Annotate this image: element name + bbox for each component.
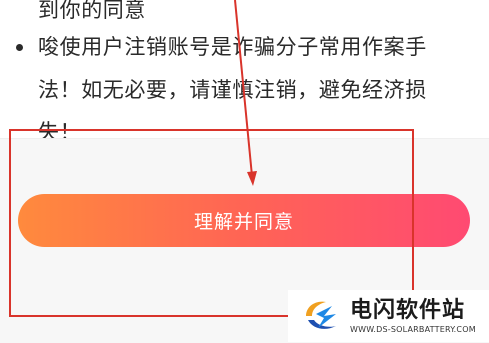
warning-text-line-2: 法！如无必要，请谨慎注销，避免经济损 xyxy=(38,78,427,102)
watermark: 电闪软件站 WWW.DS-SOLARBATTERY.COM xyxy=(288,290,489,342)
bullet-icon xyxy=(16,44,23,51)
ds-logo-icon xyxy=(306,301,336,329)
warning-text-line-1: 唆使用户注销账号是诈骗分子常用作案手 xyxy=(38,35,427,59)
annotation-highlight-box xyxy=(9,129,414,317)
watermark-title: 电闪软件站 xyxy=(350,297,466,323)
warning-section: 到你的同意 唆使用户注销账号是诈骗分子常用作案手 法！如无必要，请谨慎注销，避免… xyxy=(0,0,489,144)
watermark-url: WWW.DS-SOLARBATTERY.COM xyxy=(350,324,476,334)
warning-text-partial: 到你的同意 xyxy=(38,0,146,22)
